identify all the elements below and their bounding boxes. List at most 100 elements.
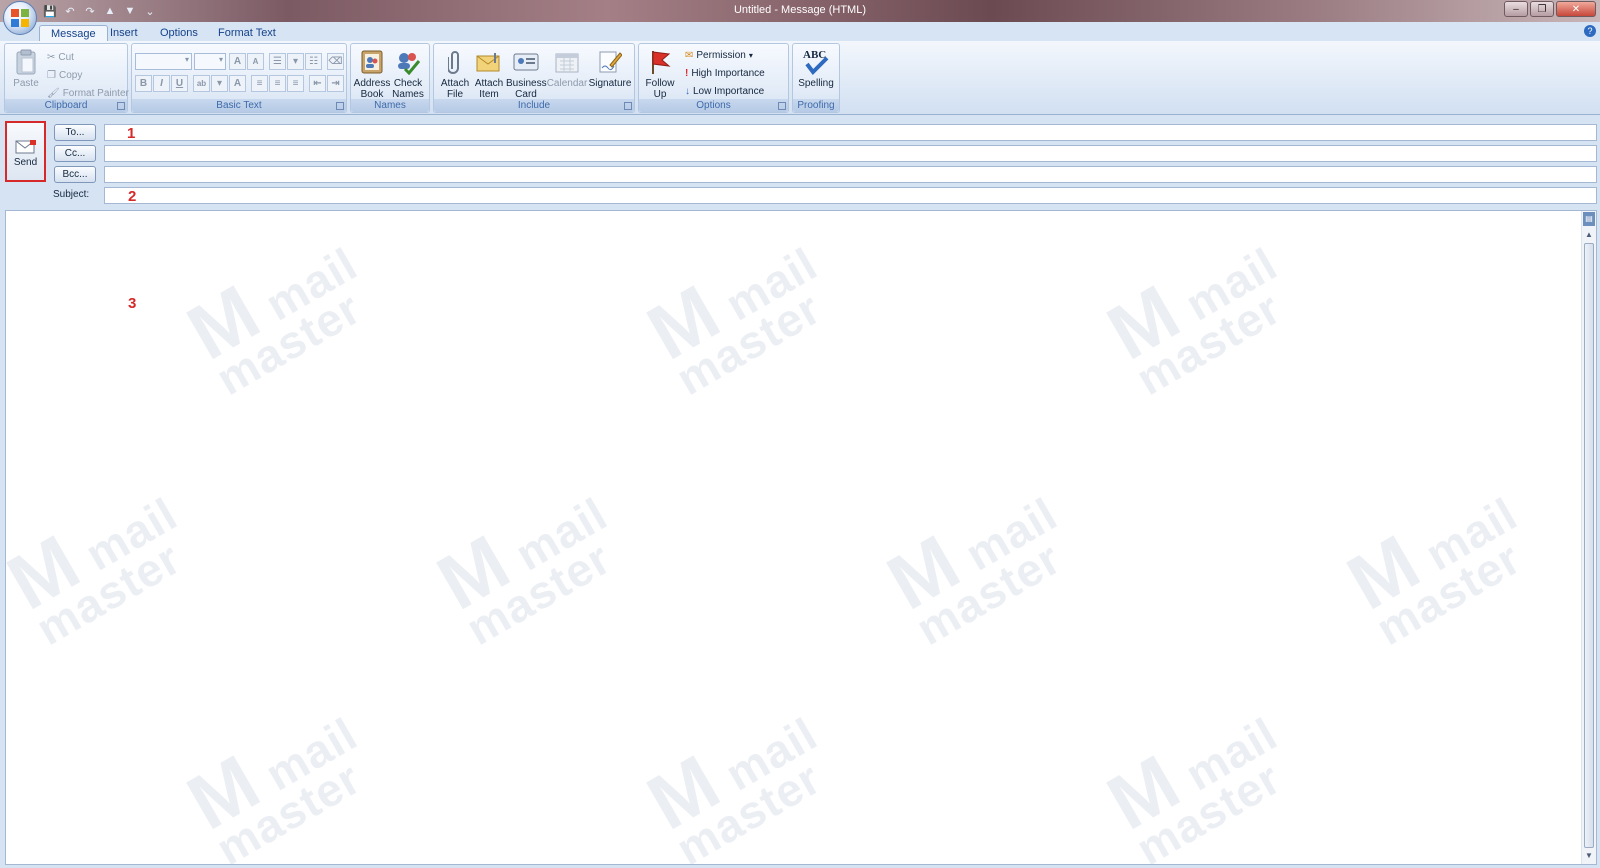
send-button[interactable]: Send bbox=[5, 121, 46, 182]
clipboard-group: Paste ✂ Cut ❐ Copy 🖌 Format Painter Clip… bbox=[4, 43, 129, 113]
highlight-button[interactable]: ab bbox=[193, 75, 210, 92]
copy-label: Copy bbox=[58, 69, 83, 81]
calendar-icon bbox=[552, 48, 582, 76]
basic-text-group: A A ☰ ▾ ☷ ⌫ B I U ab ▾ A ≡ ≡ ≡ ⇤ ⇥ Basic… bbox=[131, 43, 347, 113]
to-field[interactable] bbox=[104, 124, 1597, 141]
tab-options[interactable]: Options bbox=[149, 25, 209, 42]
address-book-label: Address Book bbox=[353, 78, 391, 100]
grow-font-button[interactable]: A bbox=[229, 53, 246, 70]
paste-label: Paste bbox=[13, 78, 39, 89]
office-logo-icon bbox=[11, 9, 29, 27]
send-label: Send bbox=[13, 157, 38, 168]
scroll-down-icon[interactable]: ▼ bbox=[1583, 850, 1595, 862]
paste-button[interactable]: Paste bbox=[7, 46, 45, 100]
business-card-icon bbox=[511, 48, 541, 76]
subject-field[interactable] bbox=[104, 187, 1597, 204]
paintbrush-icon: 🖌 bbox=[47, 87, 60, 99]
copy-button[interactable]: ❐ Copy bbox=[47, 67, 82, 83]
ribbon-tab-bar: Message Insert Options Format Text bbox=[0, 22, 1600, 42]
shrink-font-button[interactable]: A bbox=[247, 53, 264, 70]
spelling-icon-text: ABC bbox=[803, 49, 826, 61]
proofing-group: ABC Spelling Proofing bbox=[792, 43, 840, 113]
address-book-icon bbox=[357, 48, 387, 76]
minimize-button[interactable]: – bbox=[1504, 1, 1528, 17]
calendar-button[interactable]: Calendar bbox=[546, 46, 588, 100]
cut-button[interactable]: ✂ Cut bbox=[47, 49, 74, 65]
spelling-button[interactable]: ABC Spelling bbox=[797, 46, 835, 100]
names-group-label: Names bbox=[351, 99, 429, 112]
copy-icon: ❐ bbox=[47, 69, 56, 81]
ruler-toggle-icon[interactable]: ▤ bbox=[1583, 212, 1595, 226]
attach-item-button[interactable]: Attach Item bbox=[470, 46, 508, 100]
bcc-field[interactable] bbox=[104, 166, 1597, 183]
to-button[interactable]: To... bbox=[54, 124, 96, 141]
attach-file-button[interactable]: Attach File bbox=[436, 46, 474, 100]
follow-up-button[interactable]: Follow Up bbox=[641, 46, 679, 100]
clipboard-dialog-launcher-icon[interactable] bbox=[117, 102, 125, 110]
bullets-dropdown-icon[interactable]: ▾ bbox=[287, 53, 304, 70]
help-icon[interactable]: ? bbox=[1584, 25, 1596, 37]
include-dialog-launcher-icon[interactable] bbox=[624, 102, 632, 110]
message-body[interactable]: M mail master M mail master M mail master M… bbox=[5, 210, 1597, 865]
check-names-label: Check Names bbox=[392, 78, 424, 100]
ribbon: Paste ✂ Cut ❐ Copy 🖌 Format Painter Clip… bbox=[0, 41, 1600, 115]
align-right-icon[interactable]: ≡ bbox=[287, 75, 304, 92]
align-center-icon[interactable]: ≡ bbox=[269, 75, 286, 92]
options-dialog-launcher-icon[interactable] bbox=[778, 102, 786, 110]
decrease-indent-icon[interactable]: ⇤ bbox=[309, 75, 326, 92]
scissors-icon: ✂ bbox=[47, 51, 56, 63]
paste-icon bbox=[11, 48, 41, 76]
spelling-label: Spelling bbox=[798, 78, 834, 89]
numbering-icon[interactable]: ☷ bbox=[305, 53, 322, 70]
italic-button[interactable]: I bbox=[153, 75, 170, 92]
underline-button[interactable]: U bbox=[171, 75, 188, 92]
cc-field[interactable] bbox=[104, 145, 1597, 162]
attach-item-label: Attach Item bbox=[474, 78, 504, 100]
font-color-button[interactable]: A bbox=[229, 75, 246, 92]
calendar-label: Calendar bbox=[546, 78, 588, 89]
clear-formatting-icon[interactable]: ⌫ bbox=[327, 53, 344, 70]
business-card-button[interactable]: Business Card bbox=[506, 46, 547, 100]
bullets-icon[interactable]: ☰ bbox=[269, 53, 286, 70]
cc-button[interactable]: Cc... bbox=[54, 145, 96, 162]
options-group-label: Options bbox=[639, 99, 788, 112]
check-names-button[interactable]: Check Names bbox=[389, 46, 427, 100]
tab-message[interactable]: Message bbox=[39, 25, 108, 42]
high-importance-icon: ! bbox=[685, 67, 689, 79]
paperclip-icon bbox=[440, 48, 470, 76]
increase-indent-icon[interactable]: ⇥ bbox=[327, 75, 344, 92]
tab-insert[interactable]: Insert bbox=[99, 25, 149, 42]
spelling-check-icon: ABC bbox=[801, 48, 831, 76]
bcc-button[interactable]: Bcc... bbox=[54, 166, 96, 183]
check-names-icon bbox=[393, 48, 423, 76]
include-group: Attach File Attach Item Business Card Ca… bbox=[433, 43, 635, 113]
address-book-button[interactable]: Address Book bbox=[353, 46, 391, 100]
highlight-dropdown-icon[interactable]: ▾ bbox=[211, 75, 228, 92]
message-body-text[interactable] bbox=[12, 215, 1572, 855]
restore-button[interactable]: ❐ bbox=[1530, 1, 1554, 17]
font-name-combo[interactable] bbox=[135, 53, 192, 70]
scrollbar-thumb[interactable] bbox=[1584, 243, 1594, 848]
align-left-icon[interactable]: ≡ bbox=[251, 75, 268, 92]
scroll-up-icon[interactable]: ▲ bbox=[1583, 229, 1595, 241]
window-controls: – ❐ ✕ bbox=[1504, 1, 1596, 17]
options-group: Follow Up ✉ Permission ▾ ! High Importan… bbox=[638, 43, 789, 113]
title-bar: 💾 ↶ ↷ ▲ ▼ ⌄ Untitled - Message (HTML) – … bbox=[0, 0, 1600, 22]
vertical-scrollbar[interactable]: ▤ ▲ ▼ bbox=[1581, 211, 1596, 864]
office-button[interactable] bbox=[3, 1, 37, 35]
close-button[interactable]: ✕ bbox=[1556, 1, 1596, 17]
window-title: Untitled - Message (HTML) bbox=[733, 4, 867, 16]
permission-button[interactable]: ✉ Permission ▾ bbox=[685, 47, 753, 63]
include-group-label: Include bbox=[434, 99, 634, 112]
signature-button[interactable]: Signature bbox=[588, 46, 632, 100]
attach-file-label: Attach File bbox=[440, 78, 470, 100]
permission-icon: ✉ bbox=[685, 49, 694, 61]
chevron-down-icon: ▾ bbox=[748, 50, 753, 60]
low-importance-button[interactable]: ↓ Low Importance bbox=[685, 83, 764, 99]
high-importance-button[interactable]: ! High Importance bbox=[685, 65, 765, 81]
signature-pen-icon bbox=[595, 48, 625, 76]
bold-button[interactable]: B bbox=[135, 75, 152, 92]
basic-text-dialog-launcher-icon[interactable] bbox=[336, 102, 344, 110]
font-size-combo[interactable] bbox=[194, 53, 226, 70]
tab-format-text[interactable]: Format Text bbox=[207, 25, 287, 42]
